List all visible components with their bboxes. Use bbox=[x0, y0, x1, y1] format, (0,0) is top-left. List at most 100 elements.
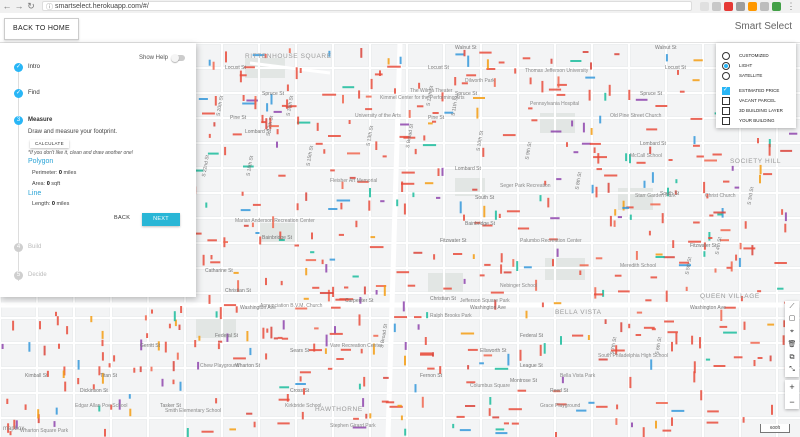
parcel-price-marker bbox=[543, 343, 546, 354]
parcel-price-marker bbox=[629, 376, 632, 389]
draw-marker-icon[interactable]: ⌖ bbox=[785, 326, 799, 338]
parcel-price-marker bbox=[472, 254, 475, 259]
parcel-price-marker bbox=[643, 180, 646, 188]
street-label: Fitzwater St bbox=[690, 243, 717, 249]
parcel-price-marker bbox=[365, 108, 373, 111]
street-label: South St bbox=[475, 195, 495, 201]
parcel-price-marker bbox=[340, 348, 351, 351]
back-to-home-button[interactable]: BACK TO HOME bbox=[4, 18, 80, 40]
browser-reload-icon[interactable]: ↻ bbox=[26, 1, 36, 11]
extension-icon[interactable] bbox=[760, 2, 769, 11]
parcel-price-marker bbox=[210, 255, 213, 260]
parcel-price-marker bbox=[315, 142, 323, 145]
uncombine-icon[interactable]: ⤡ bbox=[785, 364, 799, 376]
place-label: Christ Church bbox=[705, 193, 736, 199]
combine-icon[interactable]: ⧉ bbox=[785, 352, 799, 364]
area-label: Area: bbox=[32, 181, 46, 187]
extension-icon[interactable] bbox=[772, 2, 781, 11]
street-label: Dickinson St bbox=[80, 388, 108, 394]
place-label: Starr Garden Park bbox=[635, 193, 676, 199]
place-label: Ralph Brooks Park bbox=[430, 313, 472, 319]
parcel-price-marker bbox=[208, 133, 211, 138]
step-build[interactable]: Build bbox=[28, 244, 41, 250]
zoom-out-icon[interactable]: − bbox=[785, 395, 799, 409]
map-block bbox=[113, 370, 146, 391]
parcel-price-marker bbox=[365, 95, 372, 98]
parcel-price-marker bbox=[597, 153, 600, 164]
parcel-price-marker bbox=[490, 291, 504, 294]
radio-selected-icon bbox=[722, 62, 730, 70]
parcel-price-marker bbox=[414, 316, 422, 319]
parcel-price-marker bbox=[436, 196, 441, 199]
street-label: Fernon St bbox=[420, 373, 442, 379]
calculate-button[interactable]: CALCULATE bbox=[30, 140, 69, 148]
step-decide[interactable]: Decide bbox=[28, 272, 47, 278]
parcel-price-marker bbox=[719, 325, 728, 328]
parcel-price-marker bbox=[90, 316, 93, 323]
back-button[interactable]: BACK bbox=[114, 215, 130, 221]
step-find[interactable]: Find bbox=[28, 90, 40, 96]
parcel-price-marker bbox=[705, 358, 711, 361]
parcel-price-marker bbox=[420, 353, 434, 356]
draw-polygon-icon[interactable]: ▢ bbox=[785, 313, 799, 325]
extension-icon[interactable] bbox=[724, 2, 733, 11]
site-info-icon[interactable]: ⓘ bbox=[46, 2, 53, 12]
parcel-price-marker bbox=[369, 246, 384, 249]
street-label: Christian St bbox=[225, 288, 251, 294]
address-bar[interactable]: smartselect.herokuapp.com/#/ bbox=[42, 1, 692, 11]
parcel-price-marker bbox=[489, 397, 492, 405]
zoom-in-icon[interactable]: + bbox=[785, 380, 799, 394]
parcel-price-marker bbox=[344, 286, 349, 289]
parcel-price-marker bbox=[205, 202, 208, 208]
map-block bbox=[705, 170, 738, 191]
map-block bbox=[335, 195, 368, 216]
step-intro[interactable]: Intro bbox=[28, 64, 40, 70]
browser-back-icon[interactable]: ← bbox=[2, 1, 12, 11]
bookmark-star-icon[interactable] bbox=[700, 2, 709, 11]
step-measure[interactable]: Measure bbox=[28, 117, 52, 123]
parcel-price-marker bbox=[495, 432, 508, 435]
map-block bbox=[335, 220, 368, 241]
extension-icon[interactable] bbox=[748, 2, 757, 11]
map-block bbox=[335, 320, 368, 341]
parcel-price-marker bbox=[402, 301, 405, 312]
extension-icon[interactable] bbox=[712, 2, 721, 11]
next-button[interactable]: NEXT bbox=[142, 213, 180, 226]
map-block bbox=[594, 370, 627, 391]
parcel-price-marker bbox=[62, 370, 65, 378]
map-block bbox=[668, 320, 701, 341]
map-block bbox=[187, 370, 220, 391]
place-label: Vare Recreation Center bbox=[330, 343, 383, 349]
map-block bbox=[705, 370, 738, 391]
parcel-price-marker bbox=[473, 97, 485, 99]
place-label: Annunciation B.V.M. Church bbox=[260, 303, 323, 309]
parcel-price-marker bbox=[168, 323, 171, 329]
trash-icon[interactable]: 🗑 bbox=[785, 339, 799, 351]
map-attribution: mapbox bbox=[3, 426, 25, 432]
parcel-price-marker bbox=[363, 286, 366, 295]
parcel-price-marker bbox=[235, 306, 238, 313]
parcel-price-marker bbox=[164, 341, 167, 353]
extension-icon[interactable] bbox=[736, 2, 745, 11]
map-block bbox=[483, 120, 516, 141]
map-block bbox=[668, 170, 701, 191]
browser-forward-icon[interactable]: → bbox=[14, 1, 24, 11]
map-block bbox=[742, 320, 775, 341]
parcel-price-marker bbox=[396, 271, 410, 274]
parcel-price-marker bbox=[207, 239, 217, 242]
parcel-price-marker bbox=[358, 90, 361, 99]
length-unit: miles bbox=[56, 201, 70, 207]
map-block bbox=[557, 420, 590, 437]
parcel-price-marker bbox=[541, 80, 544, 93]
parcel-price-marker bbox=[43, 345, 46, 356]
parcel-price-marker bbox=[56, 316, 59, 326]
length-readout: Length: 0 miles bbox=[32, 201, 69, 207]
parcel-price-marker bbox=[570, 60, 582, 62]
parcel-price-marker bbox=[215, 398, 218, 404]
draw-line-icon[interactable]: ⟋ bbox=[785, 301, 799, 313]
show-help-toggle[interactable] bbox=[171, 54, 185, 62]
place-label: South Philadelphia High School bbox=[598, 353, 669, 359]
browser-menu-icon[interactable]: ⋮ bbox=[786, 1, 796, 11]
street-label: Christian St bbox=[430, 296, 456, 302]
map-park bbox=[428, 273, 463, 293]
